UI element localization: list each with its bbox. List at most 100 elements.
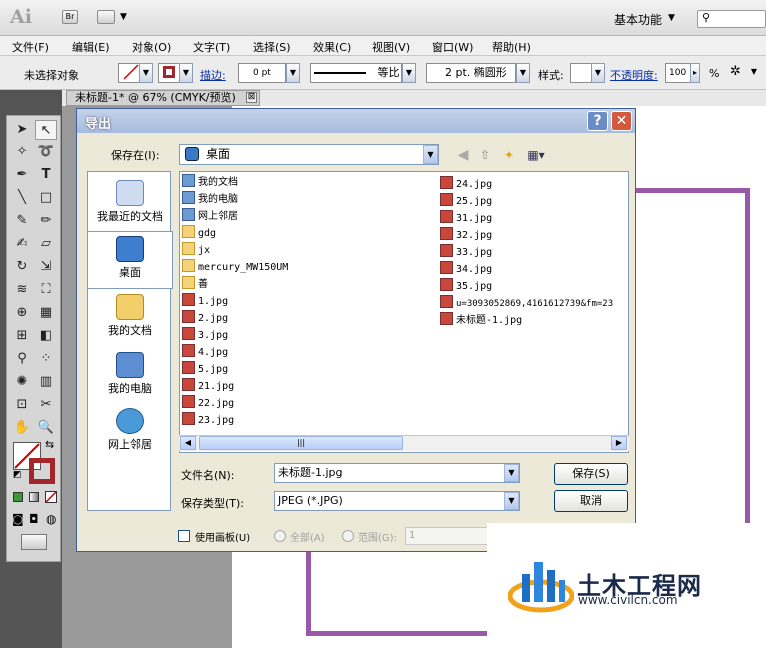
up-folder-icon[interactable]: ⇧: [477, 147, 493, 163]
menu-window[interactable]: 窗口(W): [432, 39, 473, 55]
use-artboard-checkbox[interactable]: [178, 530, 190, 542]
stroke-weight-dropdown[interactable]: ▼: [286, 63, 300, 83]
menu-effect[interactable]: 效果(C): [313, 39, 351, 55]
list-item[interactable]: 2.jpg: [182, 310, 228, 326]
zoom-tool-icon[interactable]: 🔍: [35, 418, 57, 438]
filename-dropdown[interactable]: ▼: [504, 464, 519, 482]
save-button[interactable]: 保存(S): [554, 463, 628, 485]
save-in-select[interactable]: 桌面: [179, 144, 439, 165]
graphic-style-dropdown[interactable]: ▼: [591, 63, 605, 83]
chevron-down-icon[interactable]: ▼: [120, 12, 127, 22]
list-item[interactable]: 23.jpg: [182, 412, 234, 428]
color-mode-icon[interactable]: [13, 492, 23, 502]
list-item[interactable]: 33.jpg: [440, 244, 492, 260]
menu-edit[interactable]: 编辑(E): [72, 39, 110, 55]
scroll-right-icon[interactable]: ▶: [611, 436, 627, 450]
variable-width-profile[interactable]: 等比: [310, 63, 402, 83]
filetype-dropdown[interactable]: ▼: [504, 492, 519, 510]
list-item[interactable]: 善: [182, 276, 208, 292]
magic-wand-icon[interactable]: ✧: [11, 142, 33, 162]
graphic-style-swatch[interactable]: [570, 63, 592, 83]
menu-object[interactable]: 对象(O): [132, 39, 171, 55]
selection-tool-icon[interactable]: ➤: [11, 120, 33, 140]
list-item[interactable]: u=3093052869,4161612739&fm=23: [440, 295, 613, 311]
paintbrush-icon[interactable]: ✎: [11, 211, 33, 231]
tools-panel-header[interactable]: [0, 90, 62, 102]
close-icon[interactable]: ⊠: [246, 92, 257, 103]
scrollbar-thumb[interactable]: |||: [199, 436, 403, 450]
list-item[interactable]: 我的电脑: [182, 191, 238, 207]
recolor-dropdown[interactable]: ▼: [748, 63, 760, 83]
all-radio[interactable]: [274, 530, 286, 542]
list-item[interactable]: 22.jpg: [182, 395, 234, 411]
draw-inside-icon[interactable]: ◍: [46, 512, 56, 526]
range-radio[interactable]: [342, 530, 354, 542]
list-item[interactable]: 5.jpg: [182, 361, 228, 377]
blend-tool-icon[interactable]: ⁘: [35, 349, 57, 369]
swap-colors-icon[interactable]: ⇆: [45, 438, 54, 451]
list-item[interactable]: 24.jpg: [440, 176, 492, 192]
profile-dropdown[interactable]: ▼: [402, 63, 416, 83]
place-recent[interactable]: 我最近的文档: [88, 176, 172, 232]
list-item[interactable]: 网上邻居: [182, 208, 238, 224]
save-in-dropdown[interactable]: ▼: [423, 145, 438, 164]
menu-help[interactable]: 帮助(H): [492, 39, 531, 55]
screen-mode-icon[interactable]: [21, 534, 47, 550]
stroke-label[interactable]: 描边:: [200, 67, 226, 83]
list-item[interactable]: 21.jpg: [182, 378, 234, 394]
rotate-tool-icon[interactable]: ↻: [11, 257, 33, 277]
stroke-weight-input[interactable]: 0 pt: [238, 63, 286, 83]
stroke-dropdown[interactable]: ▼: [179, 63, 193, 83]
list-item[interactable]: 4.jpg: [182, 344, 228, 360]
perspective-grid-icon[interactable]: ▦: [35, 303, 57, 323]
list-item[interactable]: 34.jpg: [440, 261, 492, 277]
draw-normal-icon[interactable]: ◙: [12, 512, 24, 526]
eyedropper-icon[interactable]: ⚲: [11, 349, 33, 369]
place-network[interactable]: 网上邻居: [88, 404, 172, 460]
direct-selection-tool-icon[interactable]: ↖: [35, 120, 57, 140]
place-desktop[interactable]: 桌面: [87, 231, 173, 289]
menu-select[interactable]: 选择(S): [253, 39, 291, 55]
scroll-left-icon[interactable]: ◀: [180, 436, 196, 450]
opacity-label[interactable]: 不透明度:: [610, 67, 658, 83]
fill-dropdown[interactable]: ▼: [139, 63, 153, 83]
gradient-mode-icon[interactable]: [29, 492, 39, 502]
list-item[interactable]: 25.jpg: [440, 193, 492, 209]
back-icon[interactable]: ◀: [455, 147, 471, 163]
recolor-artwork-icon[interactable]: ✲: [730, 64, 741, 79]
menu-view[interactable]: 视图(V): [372, 39, 410, 55]
fill-swatch[interactable]: [118, 63, 140, 83]
scale-tool-icon[interactable]: ⇲: [35, 257, 57, 277]
eraser-icon[interactable]: ▱: [35, 234, 57, 254]
list-item[interactable]: jx: [182, 242, 210, 258]
column-graph-icon[interactable]: ▥: [35, 372, 57, 392]
menu-file[interactable]: 文件(F): [12, 39, 49, 55]
pen-tool-icon[interactable]: ✒: [11, 165, 33, 185]
lasso-icon[interactable]: ➰: [35, 142, 57, 162]
opacity-input[interactable]: 100: [665, 63, 691, 83]
type-tool-icon[interactable]: T: [35, 165, 57, 185]
default-colors-icon[interactable]: ◩: [13, 470, 22, 480]
new-folder-icon[interactable]: ✦: [501, 147, 517, 163]
document-tab[interactable]: 未标题-1* @ 67% (CMYK/预览): [66, 90, 260, 106]
stroke-swatch[interactable]: [158, 63, 180, 83]
hand-tool-icon[interactable]: ✋: [11, 418, 33, 438]
menu-type[interactable]: 文字(T): [193, 39, 230, 55]
artboard-tool-icon[interactable]: ⊡: [11, 395, 33, 415]
list-item[interactable]: mercury_MW150UM: [182, 259, 288, 275]
brush-dropdown[interactable]: ▼: [516, 63, 530, 83]
shape-builder-icon[interactable]: ⊕: [11, 303, 33, 323]
dialog-titlebar[interactable]: [77, 109, 635, 133]
gradient-tool-icon[interactable]: ◧: [35, 326, 57, 346]
brush-definition[interactable]: 2 pt. 椭圆形: [426, 63, 516, 83]
close-button[interactable]: ✕: [611, 111, 632, 131]
filetype-select[interactable]: JPEG (*.JPG): [274, 491, 520, 511]
place-my-documents[interactable]: 我的文档: [88, 290, 172, 346]
rectangle-tool-icon[interactable]: □: [35, 188, 57, 208]
blob-brush-icon[interactable]: ✍: [11, 234, 33, 254]
cancel-button[interactable]: 取消: [554, 490, 628, 512]
list-item[interactable]: gdg: [182, 225, 216, 241]
symbol-sprayer-icon[interactable]: ✺: [11, 372, 33, 392]
list-item[interactable]: 我的文档: [182, 174, 238, 190]
list-item[interactable]: 未标题-1.jpg: [440, 312, 522, 328]
